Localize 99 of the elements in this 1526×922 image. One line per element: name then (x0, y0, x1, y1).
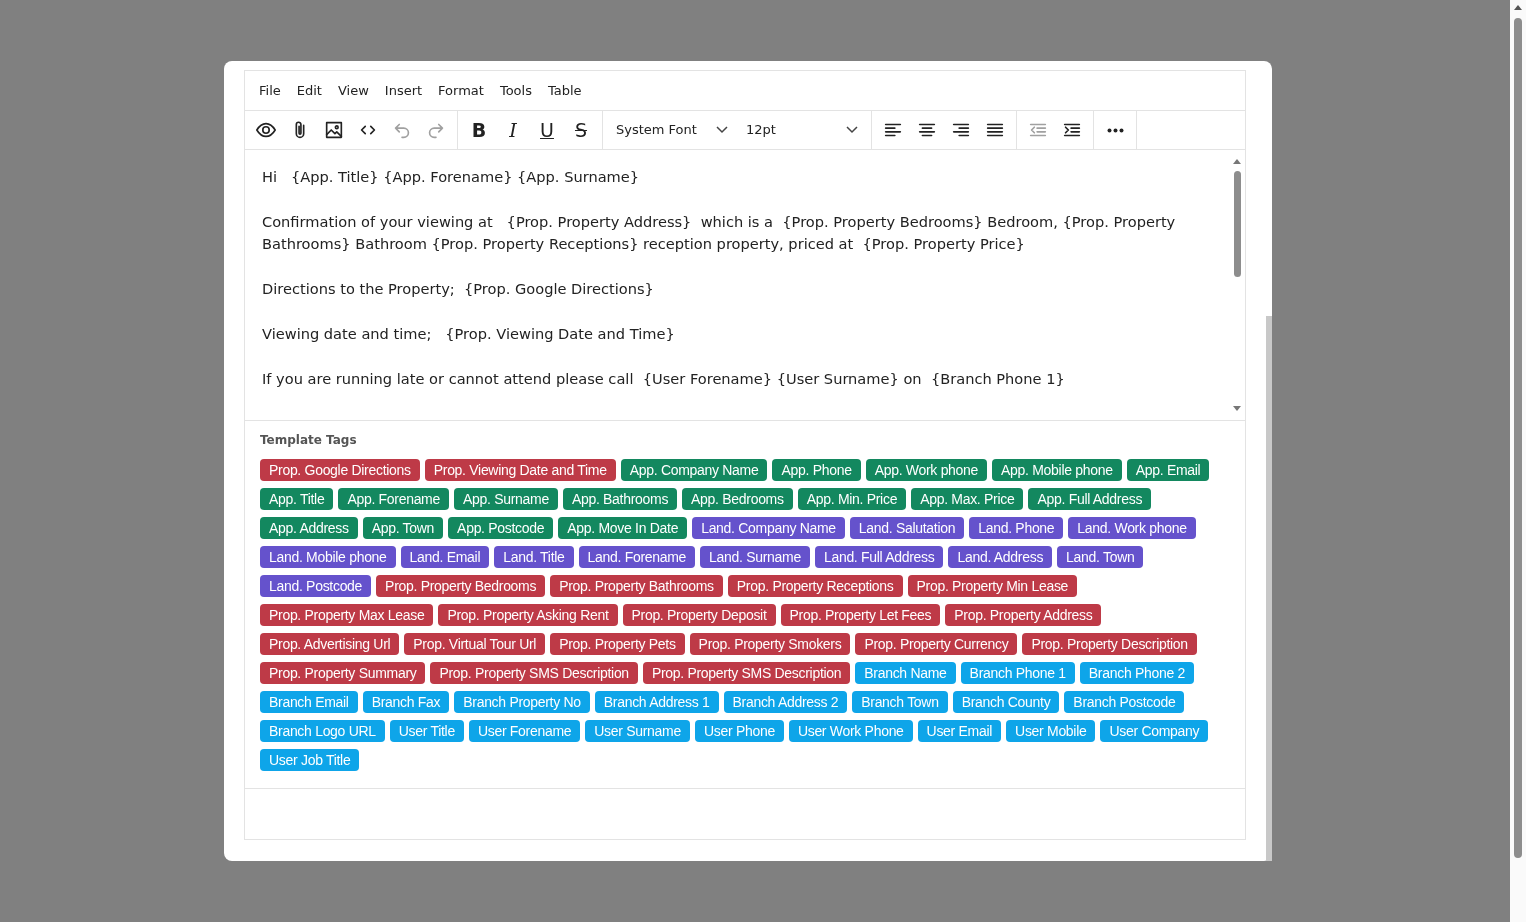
tag-button[interactable]: Prop. Viewing Date and Time (424, 459, 616, 481)
menu-item[interactable]: Tools (491, 76, 540, 105)
bold-button[interactable]: B (463, 115, 495, 145)
menu-item[interactable]: Table (539, 76, 590, 105)
tag-button[interactable]: Land. Company Name (692, 517, 845, 539)
tag-button[interactable]: Branch Fax (362, 691, 450, 713)
tag-button[interactable]: App. Phone (772, 459, 861, 481)
menu-item[interactable]: Format (430, 76, 492, 105)
caret-icon (846, 126, 858, 134)
paragraph: Confirmation of your viewing at {Prop. Property Address} which is a {Prop. Property Bedrooms} Bedroom, {Prop. Property Bathrooms} Bathroom {Prop. Property Receptions} reception property, priced at {Prop. Property Price} (262, 212, 1177, 254)
tag-button[interactable]: Land. Phone (969, 517, 1064, 539)
tag-button[interactable]: Branch Phone 2 (1079, 662, 1195, 684)
tag-button[interactable]: Branch Property No (454, 691, 590, 713)
tag-button[interactable]: User Email (917, 720, 1002, 742)
section-title: Template Tags (260, 432, 358, 449)
tag-button[interactable]: Prop. Virtual Tour Url (404, 633, 546, 655)
paragraph: Directions to the Property; {Prop. Google Directions} (262, 279, 655, 299)
tag-button[interactable]: Prop. Property Summary (260, 662, 426, 684)
tag-button[interactable]: Prop. Property Min Lease (907, 575, 1078, 597)
tag-button[interactable]: Prop. Advertising Url (260, 633, 400, 655)
tag-button[interactable]: Branch Address 2 (723, 691, 848, 713)
tag-button[interactable]: Prop. Property Let Fees (780, 604, 941, 626)
tag-button[interactable]: User Job Title (260, 749, 360, 771)
tag-button[interactable]: Branch Postcode (1064, 691, 1185, 713)
tag-button[interactable]: Land. Work phone (1068, 517, 1196, 539)
menu-item[interactable]: Insert (376, 76, 431, 105)
image-icon (323, 119, 345, 141)
tag-button[interactable]: App. Mobile phone (992, 459, 1122, 481)
caret-icon (716, 126, 728, 134)
tag-button[interactable]: User Title (389, 720, 464, 742)
tag-button[interactable]: Prop. Property Address (945, 604, 1102, 626)
tag-button[interactable]: App. Move In Date (558, 517, 688, 539)
italic-button[interactable]: I (497, 115, 529, 145)
tag-button[interactable]: Branch Phone 1 (960, 662, 1075, 684)
tag-button[interactable]: User Phone (694, 720, 784, 742)
tag-button[interactable]: Land. Email (400, 546, 490, 568)
tag-button[interactable]: Prop. Property Description (1022, 633, 1197, 655)
tag-button[interactable]: Land. Forename (578, 546, 696, 568)
more-icon (1106, 127, 1124, 133)
tag-button[interactable]: Branch Address 1 (594, 691, 719, 713)
tag-button[interactable]: App. Bathrooms (562, 488, 678, 510)
tag-button[interactable]: Branch Email (260, 691, 358, 713)
tag-button[interactable]: App. Address (260, 517, 358, 539)
underline-button[interactable]: U (531, 115, 563, 145)
tag-button[interactable]: App. Min. Price (797, 488, 907, 510)
tag-button[interactable]: Prop. Property Bathrooms (550, 575, 723, 597)
tag-button[interactable]: Prop. Property Deposit (622, 604, 776, 626)
tag-button[interactable]: Prop. Property Max Lease (260, 604, 434, 626)
tag-button[interactable]: App. Full Address (1028, 488, 1152, 510)
tag-button[interactable]: App. Work phone (865, 459, 988, 481)
tag-button[interactable]: Land. Town (1057, 546, 1144, 568)
tag-button[interactable]: App. Postcode (448, 517, 554, 539)
tag-button[interactable]: Branch Name (855, 662, 956, 684)
tag-button[interactable]: User Company (1100, 720, 1209, 742)
tag-button[interactable]: Prop. Property SMS Description (430, 662, 638, 684)
scrollbar-thumb[interactable] (1233, 171, 1241, 277)
tag-button[interactable]: Branch Logo URL (260, 720, 385, 742)
tag-button[interactable]: App. Company Name (620, 459, 768, 481)
tag-button[interactable]: Land. Title (494, 546, 574, 568)
tag-button[interactable]: Prop. Property Bedrooms (376, 575, 546, 597)
tag-button[interactable]: User Surname (585, 720, 690, 742)
tag-button[interactable]: Land. Mobile phone (260, 546, 396, 568)
paragraph: Hi {App. Title} {App. Forename} {App. Surname} (262, 167, 641, 187)
tag-button[interactable]: Prop. Property Asking Rent (438, 604, 618, 626)
tag-button[interactable]: Prop. Property Pets (550, 633, 685, 655)
menu-item[interactable]: File (251, 76, 289, 105)
tag-button[interactable]: Land. Salutation (849, 517, 965, 539)
page-scrollbar[interactable] (1510, 0, 1526, 922)
tag-button[interactable]: Land. Address (948, 546, 1053, 568)
tag-button[interactable]: App. Email (1126, 459, 1210, 481)
tag-button[interactable]: App. Town (362, 517, 444, 539)
tag-button[interactable]: Branch Town (852, 691, 948, 713)
tag-button[interactable]: Prop. Property Currency (855, 633, 1018, 655)
tag-button[interactable]: Land. Full Address (814, 546, 944, 568)
paragraph: If you are running late or cannot attend please call {User Forename} {User Surname} on {Branch Phone 1} (262, 369, 1066, 389)
tag-button[interactable]: Prop. Property Receptions (727, 575, 903, 597)
arrow-up-icon[interactable] (1514, 4, 1522, 12)
tag-button[interactable]: Prop. Property Smokers (689, 633, 851, 655)
strikethrough-button[interactable]: S (565, 115, 597, 145)
dropdown[interactable]: System Font (608, 115, 736, 145)
paragraph: Viewing date and time; {Prop. Viewing Date and Time} (262, 324, 676, 344)
tag-button[interactable]: Land. Postcode (260, 575, 372, 597)
tag-button[interactable]: App. Forename (338, 488, 449, 510)
tag-button[interactable]: App. Max. Price (911, 488, 1024, 510)
tag-button[interactable]: App. Title (260, 488, 334, 510)
tag-button[interactable]: Branch County (952, 691, 1060, 713)
tag-button[interactable]: User Forename (468, 720, 581, 742)
menu-item[interactable]: View (329, 76, 377, 105)
tag-button[interactable]: App. Surname (454, 488, 558, 510)
tag-button[interactable]: Land. Surname (700, 546, 810, 568)
scrollbar-thumb[interactable] (1514, 18, 1522, 858)
menu-item[interactable]: Edit (288, 76, 330, 105)
tag-button[interactable]: Prop. Google Directions (260, 459, 420, 481)
tag-button[interactable]: User Work Phone (788, 720, 913, 742)
tag-button[interactable]: Prop. Property SMS Description (642, 662, 851, 684)
scrollbar[interactable] (1266, 316, 1272, 861)
dropdown[interactable]: 12pt (738, 115, 866, 145)
tag-button[interactable]: User Mobile (1006, 720, 1096, 742)
tag-button[interactable]: App. Bedrooms (682, 488, 793, 510)
